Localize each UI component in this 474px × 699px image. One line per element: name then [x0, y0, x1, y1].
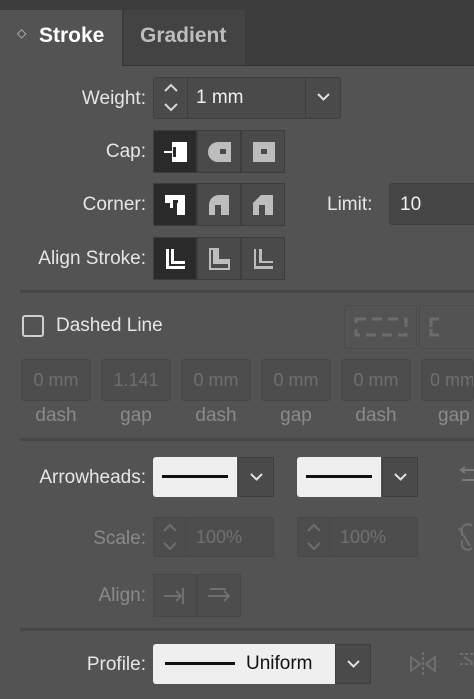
end-arrowhead-select[interactable]: [297, 457, 418, 497]
butt-cap-icon: [164, 141, 187, 162]
dashed-line-checkbox[interactable]: [22, 315, 44, 337]
arrow-tip-at-end-button[interactable]: [197, 574, 241, 617]
tab-stroke-label: Stroke: [39, 24, 105, 47]
gap-field-2[interactable]: 0 mm: [261, 359, 331, 401]
collapse-toggle-icon[interactable]: ◇: [17, 26, 26, 40]
chevron-down-icon: [317, 93, 330, 101]
miter-join-icon: [165, 194, 185, 215]
preserve-dash-button[interactable]: [344, 305, 417, 349]
dashed-line-label[interactable]: Dashed Line: [56, 315, 163, 337]
weight-field[interactable]: 1 mm: [153, 77, 341, 119]
corner-bevel-button[interactable]: [241, 183, 285, 226]
uniform-profile-icon: [165, 662, 235, 665]
start-scale-stepper[interactable]: [154, 518, 186, 556]
flip-across-icon[interactable]: [458, 651, 474, 677]
end-scale-field[interactable]: 100%: [297, 517, 418, 557]
bevel-join-icon: [253, 194, 273, 215]
profile-select[interactable]: Uniform: [153, 644, 371, 684]
arrow-tip-beyond-button[interactable]: [153, 574, 197, 617]
start-scale-field[interactable]: 100%: [153, 517, 274, 557]
profile-dropdown[interactable]: [335, 644, 371, 684]
end-scale-stepper[interactable]: [298, 518, 330, 556]
dash-field-1[interactable]: 0 mm: [21, 359, 91, 401]
weight-stepper[interactable]: [154, 78, 188, 118]
weight-dropdown[interactable]: [305, 78, 340, 118]
align-arrows-label: Align:: [98, 585, 146, 606]
limit-field[interactable]: 10: [389, 183, 474, 225]
section-divider: [20, 628, 474, 631]
round-join-icon: [209, 194, 229, 215]
chevron-down-icon: [250, 473, 263, 481]
end-scale-value[interactable]: 100%: [340, 527, 386, 548]
weight-value[interactable]: 1 mm: [196, 87, 244, 109]
preserve-dash-icon: [354, 317, 408, 337]
cap-label: Cap:: [105, 141, 146, 162]
dash-label-3: dash: [355, 405, 397, 426]
dash-field-2[interactable]: 0 mm: [181, 359, 251, 401]
tab-gradient-label: Gradient: [140, 24, 227, 47]
align-dash-corners-button[interactable]: [419, 305, 474, 349]
chevron-down-icon: [394, 473, 407, 481]
profile-preview[interactable]: Uniform: [153, 644, 335, 684]
align-stroke-label: Align Stroke:: [38, 248, 146, 269]
arrowheads-label: Arrowheads:: [39, 467, 146, 488]
align-stroke-center-icon: [166, 248, 185, 269]
limit-label: Limit:: [327, 194, 373, 215]
align-outside-button[interactable]: [241, 237, 285, 280]
gap-field-1[interactable]: 1.141: [101, 359, 171, 401]
stepper-up-icon[interactable]: [164, 83, 178, 93]
profile-label: Profile:: [86, 654, 146, 675]
start-arrowhead-preview[interactable]: [153, 457, 237, 497]
cap-projecting-button[interactable]: [241, 130, 285, 173]
end-arrowhead-dropdown[interactable]: [382, 457, 418, 497]
arrow-beyond-path-icon: [164, 587, 184, 604]
align-stroke-outside-icon: [254, 248, 273, 269]
align-inside-button[interactable]: [197, 237, 241, 280]
end-arrowhead-preview[interactable]: [297, 457, 381, 497]
corner-round-button[interactable]: [197, 183, 241, 226]
link-scale-icon[interactable]: [456, 522, 474, 552]
dash-label-1: dash: [35, 405, 77, 426]
weight-label: Weight:: [81, 88, 146, 109]
gap-label-2: gap: [280, 405, 312, 426]
tab-gradient[interactable]: Gradient: [124, 10, 246, 65]
cap-round-button[interactable]: [197, 130, 241, 173]
chevron-down-icon: [347, 660, 360, 668]
tab-stroke[interactable]: ◇ Stroke: [0, 10, 123, 67]
projecting-cap-icon: [253, 141, 275, 162]
stepper-up-icon: [307, 523, 321, 532]
stepper-down-icon: [163, 542, 177, 551]
cap-butt-button[interactable]: [153, 130, 197, 173]
start-arrowhead-select[interactable]: [153, 457, 274, 497]
stepper-down-icon: [307, 542, 321, 551]
stepper-up-icon: [163, 523, 177, 532]
profile-value: Uniform: [246, 653, 313, 674]
corner-label: Corner:: [82, 194, 146, 215]
swap-arrowheads-icon[interactable]: [456, 464, 474, 488]
start-arrowhead-dropdown[interactable]: [238, 457, 274, 497]
flip-along-icon[interactable]: [408, 651, 438, 677]
scale-label: Scale:: [93, 528, 146, 549]
align-center-button[interactable]: [153, 237, 197, 280]
stepper-down-icon[interactable]: [164, 102, 178, 112]
dash-field-3[interactable]: 0 mm: [341, 359, 411, 401]
gap-label-3: gap: [438, 405, 470, 426]
align-stroke-inside-icon: [209, 247, 230, 270]
section-divider: [20, 290, 474, 293]
corner-miter-button[interactable]: [153, 183, 197, 226]
align-dash-corners-icon: [429, 317, 439, 337]
gap-field-3[interactable]: 0 mm: [421, 359, 474, 401]
round-cap-icon: [208, 141, 231, 162]
start-scale-value[interactable]: 100%: [196, 527, 242, 548]
arrow-at-end-icon: [208, 587, 231, 602]
section-divider: [20, 438, 474, 441]
gap-label-1: gap: [120, 405, 152, 426]
line-stroke-icon: [162, 475, 228, 478]
dash-label-2: dash: [195, 405, 237, 426]
limit-value[interactable]: 10: [400, 194, 421, 216]
line-stroke-icon: [306, 475, 372, 478]
